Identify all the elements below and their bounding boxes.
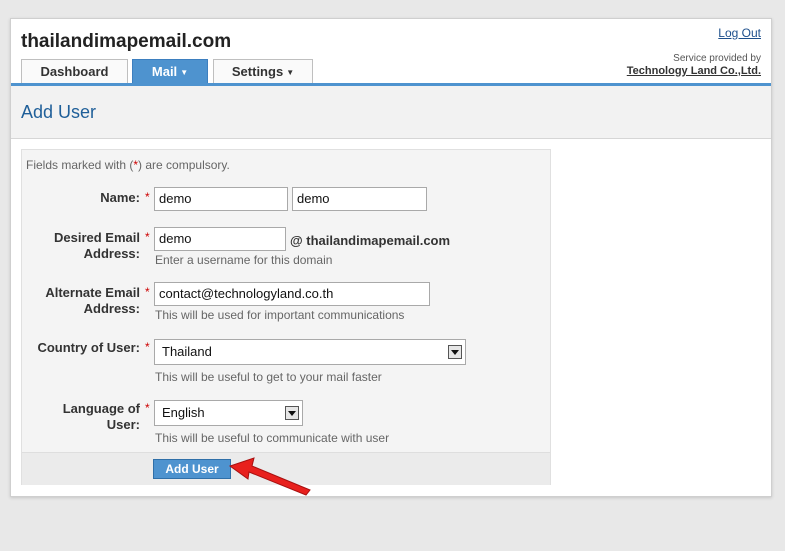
provider-text: Service provided by — [673, 53, 761, 64]
last-name-input[interactable]: demo — [292, 187, 427, 211]
dropdown-arrow-icon[interactable] — [448, 345, 462, 359]
email-username-input[interactable]: demo — [154, 227, 286, 251]
country-selected-value: Thailand — [162, 344, 212, 359]
alt-email-label-line2: Address: — [83, 301, 140, 316]
tab-label: Mail — [151, 64, 178, 79]
site-title: thailandimapemail.com — [21, 31, 232, 52]
header: thailandimapemail.com Log Out Service pr… — [11, 19, 771, 84]
tab-mail[interactable]: Mail ▼ — [132, 59, 208, 83]
provider-company-link[interactable]: Technology Land Co.,Ltd. — [627, 65, 761, 77]
tab-label: Dashboard — [40, 64, 109, 79]
email-label-line1: Desired Email — [54, 230, 140, 245]
email-label-line2: Address: — [83, 246, 140, 261]
tab-label: Settings — [231, 64, 284, 79]
email-label: Desired Email Address: — [32, 230, 140, 262]
add-user-button[interactable]: Add User — [153, 459, 231, 479]
required-marker: * — [145, 340, 150, 354]
required-marker: * — [145, 285, 150, 299]
note-prefix: Fields marked with ( — [26, 158, 134, 172]
add-user-form: Fields marked with (*) are compulsory. N… — [21, 149, 551, 485]
required-marker: * — [145, 190, 150, 204]
caret-down-icon: ▼ — [286, 68, 295, 77]
note-suffix: ) are compulsory. — [138, 158, 230, 172]
country-help-text: This will be useful to get to your mail … — [155, 370, 382, 384]
first-name-input[interactable]: demo — [154, 187, 288, 211]
required-note: Fields marked with (*) are compulsory. — [26, 158, 230, 172]
country-label: Country of User: — [37, 340, 140, 355]
email-help-text: Enter a username for this domain — [155, 253, 333, 267]
language-label-line1: Language of — [62, 401, 140, 416]
page-title-bar: Add User — [11, 86, 771, 139]
tab-settings[interactable]: Settings ▼ — [213, 59, 313, 83]
alternate-email-input[interactable]: contact@technologyland.co.th — [154, 282, 430, 306]
main-panel: thailandimapemail.com Log Out Service pr… — [10, 18, 772, 497]
required-marker: * — [145, 230, 150, 244]
language-label-line2: User: — [106, 417, 140, 432]
language-selected-value: English — [162, 405, 205, 420]
annotation-arrow-icon — [228, 457, 311, 496]
page-title: Add User — [21, 102, 97, 122]
language-label: Language of User: — [32, 401, 140, 433]
provider-info: Service provided by Technology Land Co.,… — [627, 53, 761, 77]
dropdown-arrow-icon[interactable] — [285, 406, 299, 420]
alt-email-help-text: This will be used for important communic… — [155, 308, 405, 322]
alt-email-label: Alternate Email Address: — [32, 285, 140, 317]
name-label: Name: — [100, 190, 140, 205]
alt-email-label-line1: Alternate Email — [45, 285, 140, 300]
language-select[interactable]: English — [154, 400, 303, 426]
caret-down-icon: ▼ — [180, 68, 189, 77]
required-marker: * — [145, 401, 150, 415]
country-select[interactable]: Thailand — [154, 339, 466, 365]
tab-dashboard[interactable]: Dashboard — [21, 59, 128, 83]
logout-link[interactable]: Log Out — [718, 26, 761, 40]
email-domain-suffix: @ thailandimapemail.com — [290, 233, 451, 248]
language-help-text: This will be useful to communicate with … — [155, 431, 390, 445]
